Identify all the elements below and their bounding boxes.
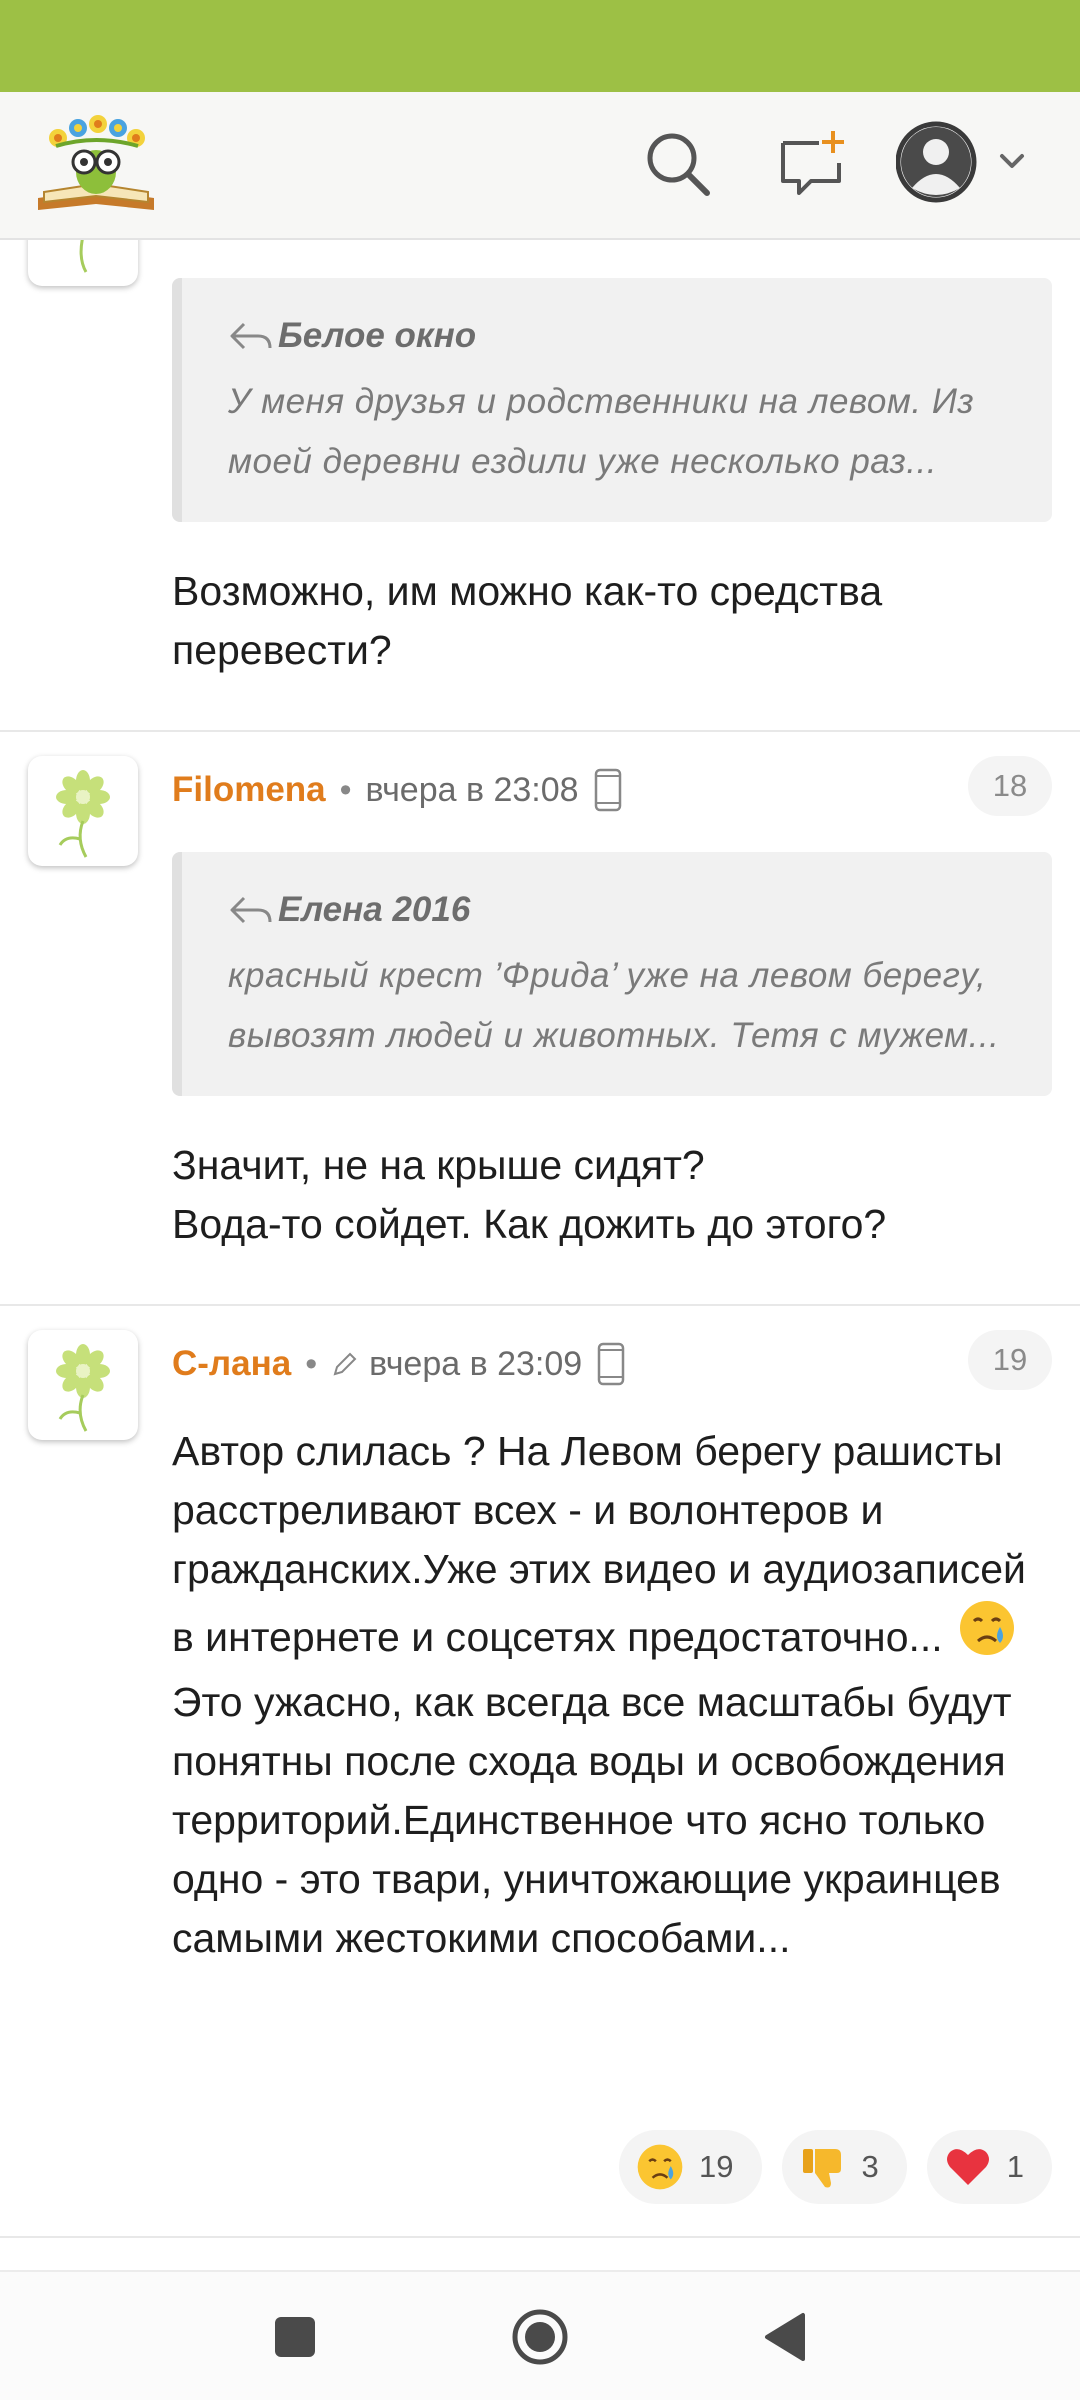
daisy-avatar-icon [56, 770, 110, 858]
site-logo[interactable] [34, 110, 158, 220]
divider [0, 730, 1080, 732]
reply-arrow-icon [230, 322, 272, 350]
avatar[interactable] [28, 240, 138, 286]
reaction-heart[interactable]: 1 [926, 2130, 1052, 2204]
system-nav-bar [0, 2270, 1080, 2400]
circle-icon [512, 2309, 568, 2365]
quote-text: красный крест ’Фрида’ уже на левом берег… [228, 956, 1000, 1055]
recents-button[interactable] [255, 2297, 335, 2377]
reaction-count: 19 [699, 2149, 734, 2184]
search-button[interactable] [636, 122, 720, 206]
author-name[interactable]: Filomena [172, 770, 326, 810]
avatar[interactable] [28, 1330, 138, 1440]
quote-block: Елена 2016 красный крест ’Фрида’ уже на … [172, 852, 1052, 1096]
quote-author[interactable]: Елена 2016 [278, 890, 470, 930]
reply-arrow-icon [230, 896, 272, 924]
comment-number-badge[interactable]: 19 [968, 1330, 1052, 1390]
comment-text: Автор слилась ? На Левом берегу рашисты … [172, 1428, 1026, 1961]
app-header [0, 92, 1080, 240]
reaction-crying[interactable]: 19 [619, 2130, 762, 2204]
home-button[interactable] [500, 2297, 580, 2377]
comments-feed[interactable]: Белое окно У меня друзья и родственники … [0, 240, 1080, 2270]
thumbs-down-icon [798, 2142, 848, 2192]
comment-time[interactable]: вчера в 23:08 [366, 771, 579, 810]
flower-book-logo-icon [38, 115, 154, 210]
reaction-thumbs-down[interactable]: 3 [781, 2130, 907, 2204]
comment-number-badge[interactable]: 18 [968, 756, 1052, 816]
comment-text: Возможно, им можно как-то средства перев… [172, 568, 883, 673]
quote-block: Белое окно У меня друзья и родственники … [172, 278, 1052, 522]
reactions-bar: 19 3 1 [619, 2130, 1052, 2204]
new-topic-button[interactable] [770, 122, 854, 206]
user-avatar-icon [896, 121, 1024, 203]
crying-face-icon [958, 1599, 1016, 1673]
pencil-edited-icon [333, 1352, 357, 1376]
comment-meta: С-лана • вчера в 23:09 [172, 1334, 626, 1394]
chat-plus-icon [781, 131, 844, 195]
status-bar [0, 0, 1080, 92]
back-button[interactable] [745, 2297, 825, 2377]
search-icon [647, 133, 710, 196]
avatar[interactable] [28, 756, 138, 866]
comment-meta: Filomena • вчера в 23:08 [172, 760, 623, 820]
square-icon [275, 2317, 315, 2357]
reaction-count: 3 [861, 2149, 879, 2184]
comment-time[interactable]: вчера в 23:09 [369, 1345, 582, 1384]
mobile-device-icon [594, 768, 621, 812]
author-name[interactable]: С-лана [172, 1344, 291, 1384]
crying-face-icon [635, 2142, 685, 2192]
chevron-down-icon [1000, 154, 1024, 168]
comment-text: Значит, не на крыше сидят? Вода-то сойде… [172, 1142, 887, 1247]
profile-menu-button[interactable] [896, 116, 1046, 212]
triangle-back-icon [765, 2313, 805, 2361]
divider [0, 2236, 1080, 2238]
daisy-avatar-icon [56, 1344, 110, 1432]
divider [0, 1304, 1080, 1306]
quote-text: У меня друзья и родственники на левом. И… [228, 382, 975, 481]
reaction-count: 1 [1006, 2149, 1024, 2184]
heart-icon [943, 2142, 993, 2192]
quote-author[interactable]: Белое окно [278, 316, 476, 356]
mobile-device-icon [597, 1342, 625, 1386]
daisy-avatar-icon [79, 240, 88, 273]
